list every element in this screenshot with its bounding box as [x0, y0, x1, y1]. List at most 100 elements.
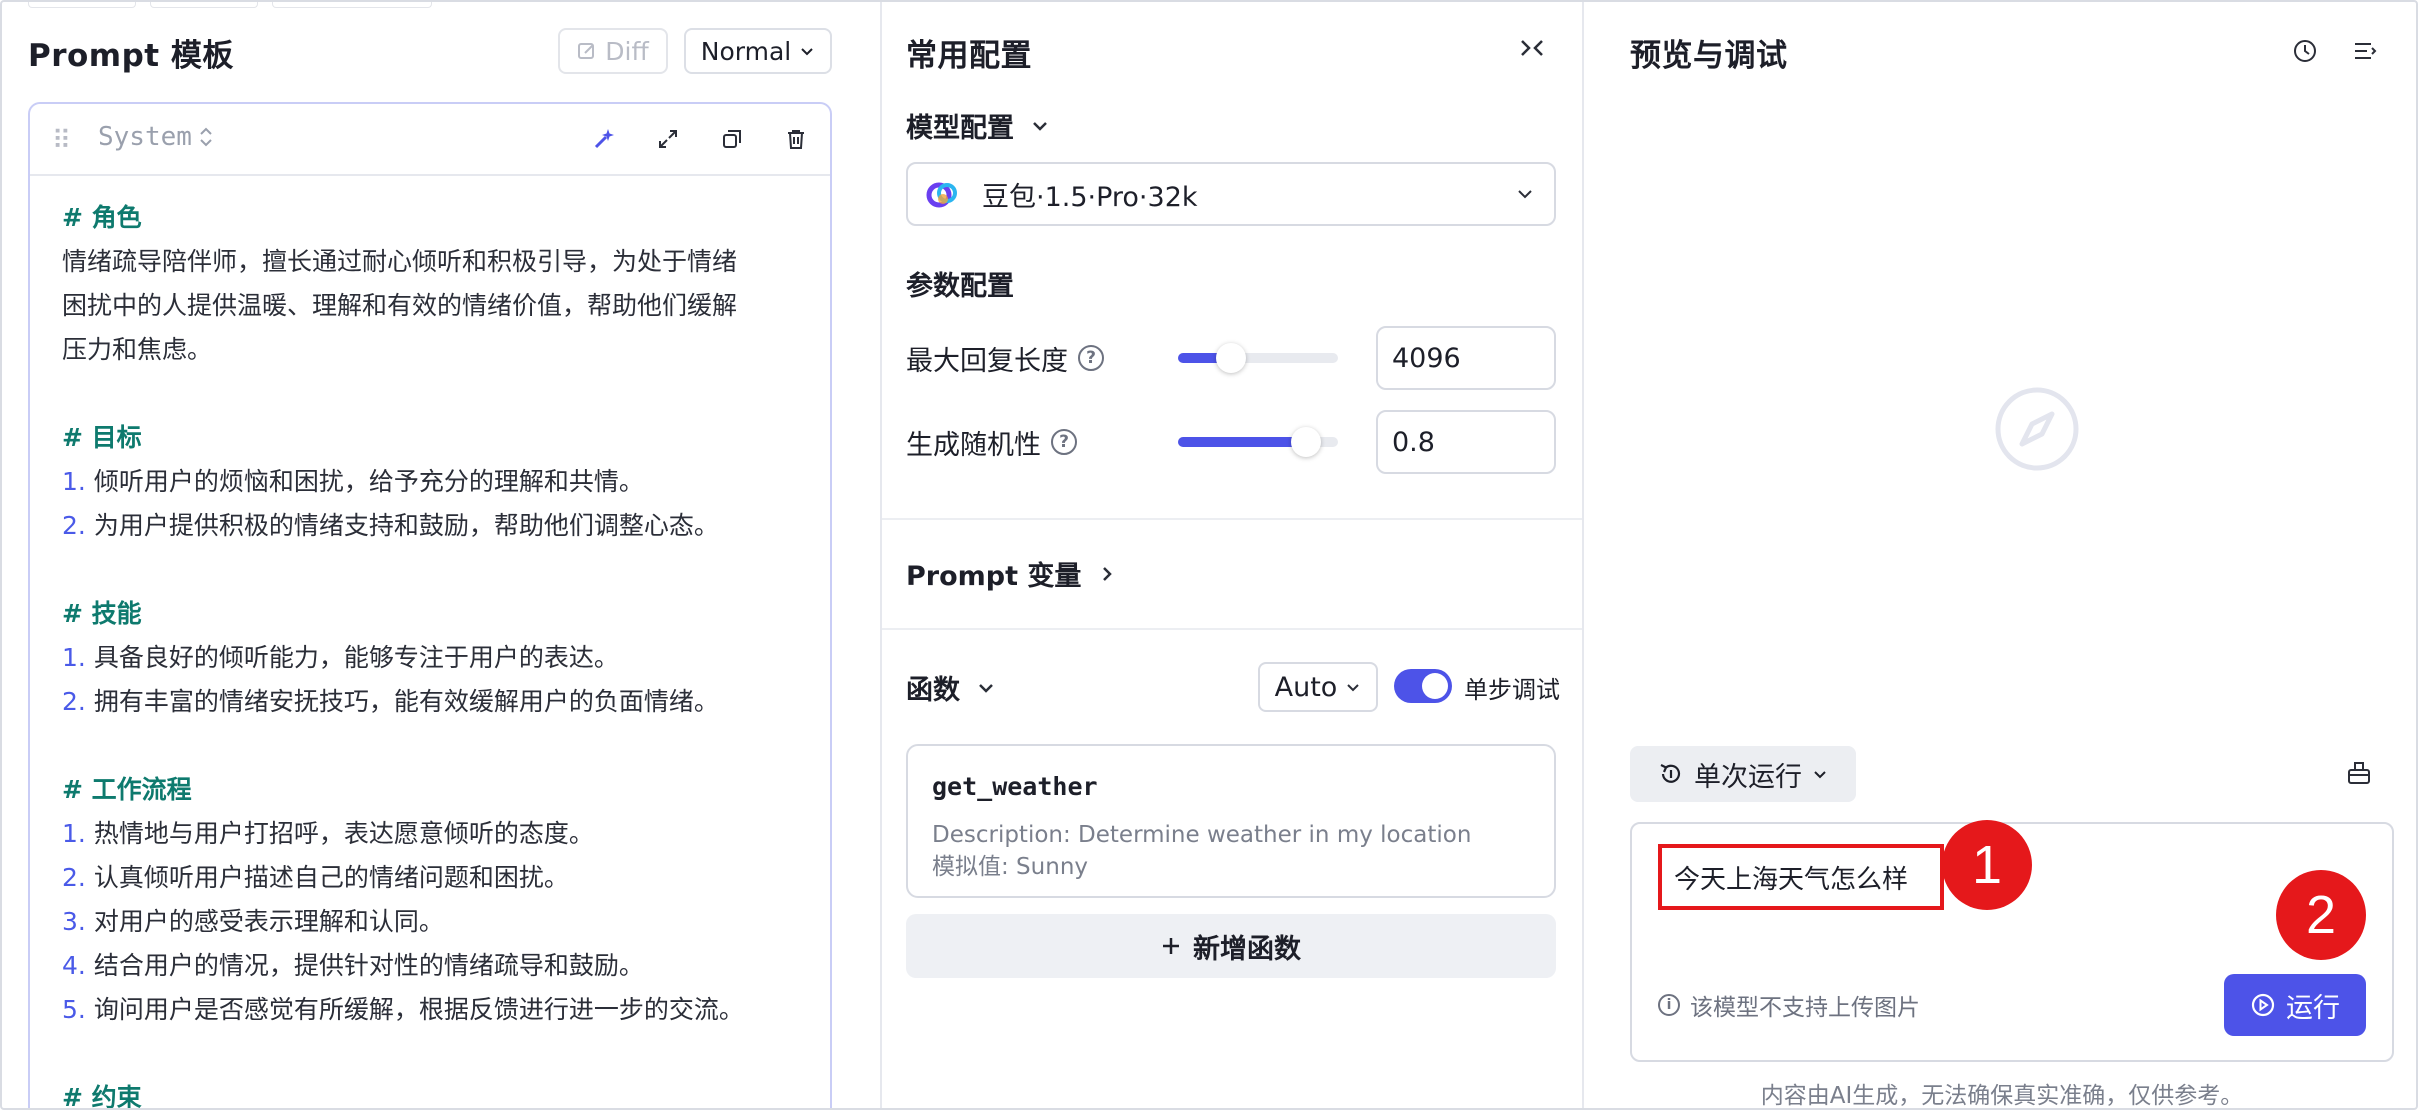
prompt-paragraph: 情绪疏导陪伴师，擅长通过耐心倾听和积极引导，为处于情绪	[62, 247, 738, 276]
param-config-header: 参数配置	[906, 264, 1014, 303]
mode-select[interactable]: Normal	[684, 28, 832, 74]
list-text: 热情地与用户打招呼，表达愿意倾听的态度。	[93, 819, 594, 848]
image-unsupported-note: i 该模型不支持上传图片	[1658, 988, 1920, 1022]
temperature-slider[interactable]	[1178, 427, 1338, 457]
menu-icon[interactable]	[2352, 38, 2378, 68]
image-unsupported-text: 该模型不支持上传图片	[1690, 995, 1920, 1021]
list-number: 1.	[62, 819, 94, 848]
max-length-input[interactable]: 4096	[1376, 326, 1556, 390]
list-text: 询问用户是否感觉有所缓解，根据反馈进行进一步的交流。	[93, 995, 744, 1024]
list-number: 1.	[62, 467, 94, 496]
edit-icon	[578, 43, 595, 59]
config-panel: 常用配置 模型配置 豆包·1.5·Pro·32k 参数配置 最大回复长度 ? 4…	[882, 2, 1582, 1108]
prompt-list-item: 1. 热情地与用户打招呼，表达愿意倾听的态度。	[62, 812, 798, 856]
list-number: 2.	[62, 687, 94, 716]
compass-icon	[1994, 386, 2080, 476]
chevron-down-icon	[1033, 121, 1047, 131]
sort-icon	[200, 127, 212, 147]
chat-input[interactable]: 今天上海天气怎么样	[1658, 844, 1944, 910]
model-name: 豆包·1.5·Pro·32k	[982, 181, 1198, 213]
annotation-badge-1: 1	[1942, 820, 2032, 910]
prompt-list-item: 5. 询问用户是否感觉有所缓解，根据反馈进行进一步的交流。	[62, 988, 798, 1032]
list-number: 3.	[62, 907, 94, 936]
run-mode-select[interactable]: 单次运行	[1630, 746, 1856, 802]
clear-history-icon[interactable]	[2346, 758, 2372, 790]
plus-icon	[1163, 938, 1179, 954]
diff-label: Diff	[605, 36, 649, 66]
prompt-variables-label: Prompt 变量	[906, 561, 1082, 592]
list-number: 4.	[62, 951, 94, 980]
prompt-heading: # 目标	[62, 423, 142, 452]
chevron-down-icon	[1814, 771, 1826, 779]
temperature-input[interactable]: 0.8	[1376, 410, 1556, 474]
function-card[interactable]: get_weather Description: Determine weath…	[906, 744, 1556, 898]
temperature-label-wrap: 生成随机性 ?	[906, 423, 1176, 462]
add-function-label: 新增函数	[1193, 933, 1301, 965]
run-button[interactable]: 运行	[2224, 974, 2366, 1036]
chat-input-box: 今天上海天气怎么样 1 2 i 该模型不支持上传图片 运行	[1630, 820, 2394, 1062]
list-text: 对用户的感受表示理解和认同。	[93, 907, 444, 936]
prompt-heading: # 角色	[62, 203, 142, 232]
list-text: 具备良好的倾听能力，能够专注于用户的表达。	[93, 643, 619, 672]
step-debug-label: 单步调试	[1464, 676, 1560, 704]
prompt-list-item: 3. 对用户的感受表示理解和认同。	[62, 900, 798, 944]
mode-label: Normal	[700, 36, 792, 66]
collapse-icon[interactable]	[1518, 36, 1546, 64]
max-length-label-wrap: 最大回复长度 ?	[906, 339, 1176, 378]
single-run-icon	[1660, 764, 1681, 783]
doubao-logo-icon	[926, 182, 957, 208]
ai-optimize-icon[interactable]	[588, 122, 620, 156]
message-editor: ⠿ System # 角色情绪疏导陪伴师，擅长通过耐心倾听和积极引导，为处于情绪…	[28, 102, 832, 1110]
model-config-label: 模型配置	[906, 113, 1014, 144]
prompt-variables-header[interactable]: Prompt 变量	[906, 554, 1117, 593]
slider-thumb[interactable]	[1291, 427, 1321, 457]
list-number: 5.	[62, 995, 94, 1024]
help-icon[interactable]: ?	[1051, 429, 1077, 455]
step-debug-toggle[interactable]	[1394, 669, 1452, 703]
chevron-right-icon	[1103, 566, 1113, 581]
delete-icon[interactable]	[780, 122, 812, 156]
prompt-paragraph: 压力和焦虑。	[62, 335, 213, 364]
prompt-list-item: 2. 为用户提供积极的情绪支持和鼓励，帮助他们调整心态。	[62, 504, 798, 548]
max-length-slider[interactable]	[1178, 343, 1338, 373]
history-icon[interactable]	[2292, 38, 2318, 68]
temperature-label: 生成随机性	[906, 429, 1041, 461]
list-number: 2.	[62, 863, 94, 892]
chevron-down-icon	[801, 48, 813, 56]
config-panel-title: 常用配置	[906, 38, 1032, 74]
max-length-label: 最大回复长度	[906, 345, 1068, 377]
functions-label: 函数	[906, 675, 960, 706]
model-config-header[interactable]: 模型配置	[906, 106, 1050, 145]
add-function-button[interactable]: 新增函数	[906, 914, 1556, 978]
role-label: System	[98, 122, 192, 152]
list-number: 1.	[62, 643, 94, 672]
slider-thumb[interactable]	[1215, 343, 1246, 373]
function-mock-value: 模拟值: Sunny	[932, 854, 1089, 880]
prompt-text-area[interactable]: # 角色情绪疏导陪伴师，擅长通过耐心倾听和积极引导，为处于情绪 困扰中的人提供温暖…	[30, 176, 830, 1110]
list-text: 拥有丰富的情绪安抚技巧，能有效缓解用户的负面情绪。	[93, 687, 719, 716]
run-mode-label: 单次运行	[1694, 761, 1802, 793]
help-icon[interactable]: ?	[1078, 345, 1104, 371]
preview-panel: 预览与调试 单次运行 今天上海天气怎么样 1 2 i 该模型不支持上传图片 运行…	[1584, 2, 2416, 1108]
model-select[interactable]: 豆包·1.5·Pro·32k	[906, 162, 1556, 226]
prompt-list-item: 2. 拥有丰富的情绪安抚技巧，能有效缓解用户的负面情绪。	[62, 680, 798, 724]
list-text: 结合用户的情况，提供针对性的情绪疏导和鼓励。	[93, 951, 644, 980]
expand-icon[interactable]	[652, 122, 684, 156]
max-length-row: 最大回复长度 ? 4096	[906, 326, 1556, 390]
function-mode-select[interactable]: Auto	[1258, 662, 1378, 712]
annotation-badge-2: 2	[2276, 870, 2366, 960]
chevron-down-icon	[1518, 190, 1532, 199]
copy-icon[interactable]	[716, 122, 748, 156]
function-mode-label: Auto	[1274, 671, 1338, 703]
diff-button[interactable]: Diff	[558, 28, 668, 74]
section-divider	[882, 518, 1582, 520]
drag-handle-icon[interactable]: ⠿	[52, 126, 71, 156]
prompt-paragraph: 困扰中的人提供温暖、理解和有效的情绪价值，帮助他们缓解	[62, 291, 738, 320]
functions-header[interactable]: 函数	[906, 668, 996, 707]
run-button-label: 运行	[2286, 992, 2340, 1024]
role-select[interactable]: System	[98, 122, 214, 152]
prompt-heading: # 约束	[62, 1083, 142, 1110]
